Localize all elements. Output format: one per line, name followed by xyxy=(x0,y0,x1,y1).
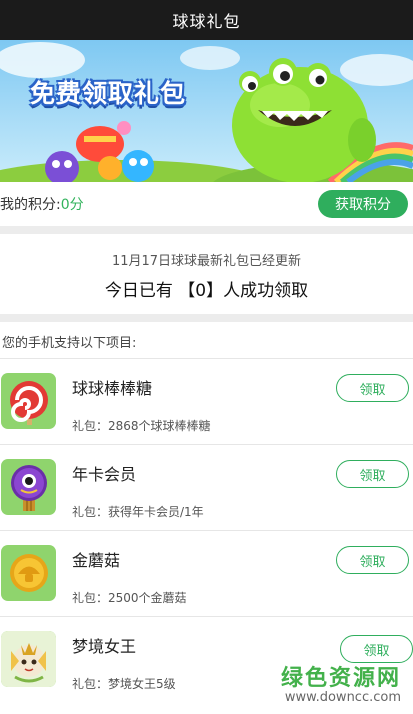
points-value: 0分 xyxy=(60,197,84,213)
claim-button[interactable]: 领取 xyxy=(340,635,413,663)
banner-illustration xyxy=(0,42,413,182)
item-desc: 礼包：2868个球球棒棒糖 xyxy=(72,419,211,433)
watermark-url: www.downcc.com xyxy=(284,690,401,705)
claim-button[interactable]: 领取 xyxy=(336,374,409,402)
claim-button[interactable]: 领取 xyxy=(336,460,409,488)
claim-button[interactable]: 领取 xyxy=(336,546,409,574)
item-desc: 礼包：2500个金蘑菇 xyxy=(72,591,187,605)
title-bar: 球球礼包 xyxy=(0,0,413,40)
get-points-button[interactable]: 获取积分 xyxy=(318,190,408,218)
dream-queen-icon xyxy=(1,631,56,687)
support-label: 您的手机支持以下项目: xyxy=(2,336,137,351)
gold-mushroom-coin-icon xyxy=(1,545,56,601)
item-name: 金蘑菇 xyxy=(72,551,121,570)
page-title: 球球礼包 xyxy=(172,12,241,31)
list-item: 金蘑菇 礼包：2500个金蘑菇 领取 xyxy=(0,530,413,616)
item-desc: 礼包：梦境女王5级 xyxy=(72,677,176,691)
update-notice: 11月17日球球最新礼包已经更新 今日已有 【0】人成功领取 xyxy=(0,234,413,314)
list-item: 球球棒棒糖 礼包：2868个球球棒棒糖 领取 xyxy=(0,358,413,444)
update-text: 11月17日球球最新礼包已经更新 xyxy=(111,254,302,269)
today-count-text: 今日已有 【0】人成功领取 xyxy=(104,281,309,301)
lollipop-icon xyxy=(1,373,56,429)
list-item: 年卡会员 礼包：获得年卡会员/1年 领取 xyxy=(0,444,413,530)
item-desc: 礼包：获得年卡会员/1年 xyxy=(72,505,204,519)
section-divider xyxy=(0,226,413,234)
item-name: 年卡会员 xyxy=(72,465,137,484)
points-row: 我的积分:0分 获取积分 xyxy=(0,182,413,226)
item-name: 球球棒棒糖 xyxy=(72,379,153,398)
item-name: 梦境女王 xyxy=(72,637,137,656)
watermark: 绿色资源网 www.downcc.com xyxy=(281,660,401,705)
watermark-brand: 绿色资源网 xyxy=(280,666,401,691)
purple-monster-medal-icon xyxy=(1,459,56,515)
banner-headline: 免费领取礼包 xyxy=(30,79,187,108)
points-label: 我的积分: xyxy=(0,197,61,213)
section-divider xyxy=(0,314,413,322)
promo-banner[interactable]: 免费领取礼包 xyxy=(0,40,413,182)
points-text: 我的积分:0分 xyxy=(0,194,84,214)
